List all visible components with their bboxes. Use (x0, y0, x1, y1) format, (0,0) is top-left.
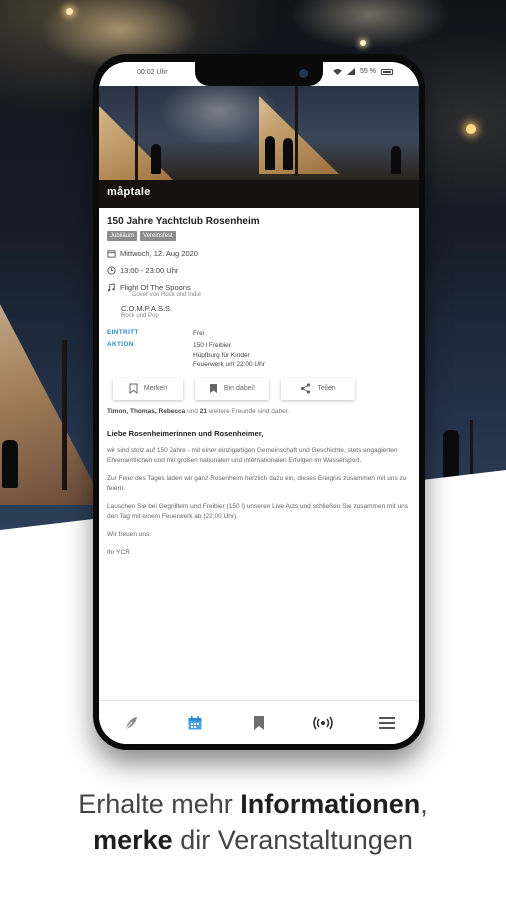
nav-feed[interactable] (118, 710, 144, 736)
attend-button[interactable]: Bin dabei! (195, 377, 269, 400)
bookmark-button[interactable]: Merken (113, 377, 183, 400)
camera-icon (299, 69, 308, 78)
firework-burst (290, 0, 450, 50)
aktion-line: 150 l Freibier (193, 342, 231, 350)
friend-names: Timon, Thomas, Rebecca (107, 407, 186, 415)
nav-calendar[interactable] (182, 710, 208, 736)
band-description: Rock und Pop (121, 313, 159, 319)
friends-attending[interactable]: Timon, Thomas, Rebecca und 21 weitere Fr… (107, 408, 411, 415)
person-silhouette (283, 138, 293, 170)
bookmark-outline-icon (129, 383, 138, 395)
promo-caption: Erhalte mehr Informationen, merke dir Ve… (0, 786, 506, 858)
status-time: 00:02 Uhr (137, 69, 168, 76)
nav-live[interactable] (310, 710, 336, 736)
battery-icon (381, 68, 393, 75)
battery-text: 55 % (360, 68, 376, 75)
caption-highlight: Informationen (240, 789, 421, 819)
firework-spark (360, 40, 366, 46)
event-description: Liebe Rosenheimerinnen und Rosenheimer, … (107, 429, 411, 559)
nav-bookmarks[interactable] (246, 710, 272, 736)
event-info: EINTRITT Frei AKTION 150 l Freibier Hüpf… (107, 329, 411, 370)
aktion-label: AKTION (107, 341, 134, 349)
mast (470, 420, 473, 480)
tag[interactable]: Jubiläum (107, 231, 138, 241)
calendar-icon (188, 715, 202, 729)
description-paragraph: Wir freuen uns. (107, 531, 152, 539)
description-paragraph: Zur Feier des Tages laden wir ganz Rosen… (107, 474, 407, 492)
caption-text: , (420, 789, 428, 819)
aktion-line: Hüpfburg für Kinder (193, 351, 250, 359)
caption-line-2: merke dir Veranstaltungen (0, 822, 506, 858)
event-details: 150 Jahre Yachtclub Rosenheim Jubiläum V… (107, 216, 411, 566)
friend-count: 21 (199, 407, 207, 415)
share-icon (301, 383, 311, 394)
menu-icon (379, 716, 395, 729)
bookmark-filled-icon (209, 384, 217, 394)
phone-notch (195, 62, 323, 86)
share-button[interactable]: Teilen (281, 377, 355, 400)
event-time: 13:00 - 23:00 Uhr (120, 266, 179, 275)
signal-icon (347, 68, 356, 75)
aktion-value: 150 l Freibier Hüpfburg für Kinder Feuer… (193, 341, 411, 369)
tag[interactable]: Vereinsfest (140, 231, 176, 241)
person-silhouette (265, 136, 275, 170)
eintritt-label: EINTRITT (107, 329, 139, 336)
nav-menu[interactable] (374, 710, 400, 736)
aktion-line: Feuerwerk um 22:00 Uhr (193, 361, 265, 369)
event-date: Mittwoch, 12. Aug 2020 (120, 249, 198, 258)
feather-icon (124, 716, 137, 730)
bottom-navigation (99, 700, 419, 744)
music-note-icon (107, 283, 115, 292)
description-paragraph: Lauschen Sie bei Gegrilltem und Freibier… (107, 502, 408, 520)
event-tags: Jubiläum Vereinsfest (107, 231, 411, 241)
person-silhouette (2, 440, 18, 488)
event-date-row: Mittwoch, 12. Aug 2020 (107, 249, 411, 258)
friends-suffix: weitere Freunde sind dabei. (206, 407, 289, 415)
broadcast-icon (313, 716, 333, 729)
action-bar: Merken Bin dabei! Teilen (113, 377, 411, 400)
status-icons: 55 % (333, 68, 393, 75)
description-paragraph: wir sind stolz auf 150 Jahre - mit einer… (107, 446, 398, 464)
band-description: Cover von Rock und Indie (132, 292, 202, 298)
phone-frame: 00:02 Uhr 55 % måptale 150 Jahre Yachtcl… (93, 54, 425, 750)
band-item: Flight Of The Spoons Cover von Rock und … (107, 283, 411, 298)
band-name[interactable]: Flight Of The Spoons (120, 283, 201, 292)
calendar-icon (107, 250, 116, 258)
mast (62, 340, 67, 490)
caption-line-1: Erhalte mehr Informationen, (0, 786, 506, 822)
firework-spark (466, 124, 476, 134)
brand-logo: måptale (107, 186, 151, 198)
band-item: C.O.M.P.A.S.S. Rock und Pop (121, 304, 411, 319)
eintritt-value: Frei (193, 330, 205, 337)
band-name[interactable]: C.O.M.P.A.S.S. (121, 304, 411, 313)
share-label: Teilen (317, 385, 336, 393)
person-silhouette (151, 144, 161, 174)
wifi-icon (333, 68, 342, 75)
attend-label: Bin dabei! (223, 385, 256, 393)
person-silhouette (391, 146, 401, 174)
caption-text: Erhalte mehr (78, 789, 241, 819)
mast (295, 86, 298, 176)
bookmark-label: Merken (143, 385, 168, 393)
clock-icon (107, 266, 116, 275)
description-heading: Liebe Rosenheimerinnen und Rosenheimer, (107, 428, 264, 438)
phone-screen: 00:02 Uhr 55 % måptale 150 Jahre Yachtcl… (99, 62, 419, 744)
event-time-row: 13:00 - 23:00 Uhr (107, 266, 411, 275)
firework-spark (66, 8, 73, 15)
caption-highlight: merke (93, 825, 173, 855)
friends-connector: und (185, 407, 200, 415)
caption-text: dir Veranstaltungen (172, 825, 413, 855)
bookmark-icon (254, 715, 264, 730)
event-title: 150 Jahre Yachtclub Rosenheim (107, 216, 260, 227)
event-hero-image: måptale (99, 86, 419, 208)
description-paragraph: Ihr YCR (107, 549, 130, 557)
mast (135, 86, 138, 186)
